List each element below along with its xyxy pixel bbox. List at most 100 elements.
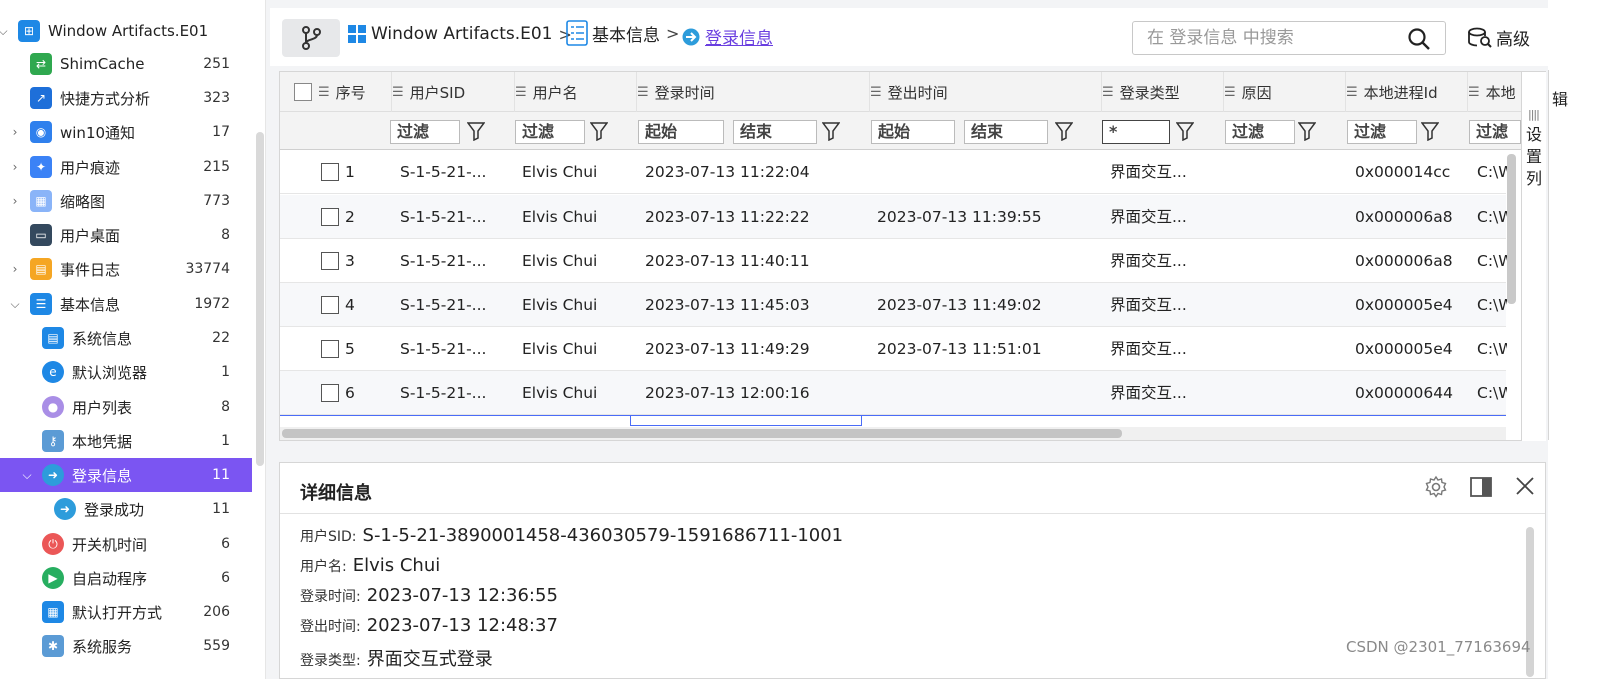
search-icon[interactable] — [1407, 27, 1431, 51]
filter-input[interactable]: * — [1102, 120, 1170, 144]
filter-input[interactable]: 过滤 — [1469, 120, 1521, 144]
sidebar-item[interactable]: ⌵ ☰ 基本信息 1972 — [0, 287, 252, 321]
sidebar-item[interactable]: ⚷ 本地凭据 1 — [0, 424, 252, 458]
column-header[interactable]: ☰ 本地进程Id — [1346, 72, 1468, 112]
column-menu-icon[interactable]: ☰ — [637, 85, 649, 100]
filter-icon[interactable] — [1055, 121, 1073, 141]
filter-icon[interactable] — [1421, 121, 1439, 141]
filter-icon[interactable] — [822, 121, 840, 141]
sidebar-item[interactable]: › ✦ 用户痕迹 215 — [0, 150, 252, 184]
sidebar-item[interactable]: e 默认浏览器 1 — [0, 355, 252, 389]
sidebar-scrollbar[interactable] — [256, 132, 264, 466]
cell-login-type: 界面交互... — [1110, 163, 1187, 181]
sidebar-item[interactable]: ▦ 默认打开方式 206 — [0, 595, 252, 629]
table-row[interactable]: 4 S-1-5-21-... Elvis Chui 2023-07-13 11:45:… — [280, 283, 1507, 327]
column-header[interactable]: ☰ 登录类型 — [1102, 72, 1224, 112]
sidebar-item[interactable]: ▤ 系统信息 22 — [0, 321, 252, 355]
settings-column-button[interactable]: |||| 设置列 — [1521, 72, 1546, 441]
column-header-label: 用户SID — [409, 83, 466, 102]
sidebar-item[interactable]: ⇄ ShimCache 251 — [0, 47, 252, 81]
sidebar-item[interactable]: › ▦ 缩略图 773 — [0, 184, 252, 218]
column-header-label: 登出时间 — [887, 83, 948, 102]
column-menu-icon[interactable]: ☰ — [1468, 85, 1480, 100]
filter-input[interactable]: 结束 — [964, 120, 1048, 144]
advanced-search-button[interactable]: 高级 — [1468, 25, 1530, 50]
row-checkbox[interactable] — [321, 252, 339, 270]
sidebar-item[interactable]: ↗ 快捷方式分析 323 — [0, 81, 252, 115]
column-header[interactable]: ☰ 用户SID — [392, 72, 515, 112]
sidebar-item-count: 206 — [203, 604, 230, 620]
breadcrumb-root[interactable]: Window Artifacts.E01 > — [348, 24, 572, 44]
chevron-down-icon[interactable]: ⌵ — [0, 24, 10, 39]
column-header[interactable]: ☰ 登录时间 — [637, 72, 870, 112]
vertical-scrollbar[interactable] — [1507, 154, 1516, 304]
column-header-label: 用户名 — [532, 83, 578, 102]
sidebar-item[interactable]: ⌵ ➜ 登录信息 11 — [0, 458, 252, 492]
sidebar-item[interactable]: ✱ 系统服务 559 — [0, 629, 252, 663]
filter-input[interactable]: 起始 — [871, 120, 955, 144]
row-checkbox[interactable] — [321, 384, 339, 402]
cell-number: 1 — [345, 163, 355, 181]
chevron-right-icon[interactable]: › — [8, 125, 22, 139]
column-menu-icon[interactable]: ☰ — [392, 85, 404, 100]
sidebar-item[interactable]: ▶ 自启动程序 6 — [0, 561, 252, 595]
filter-icon[interactable] — [467, 121, 485, 141]
sidebar-item[interactable]: › ◉ win10通知 17 — [0, 115, 252, 149]
close-icon[interactable] — [1514, 475, 1536, 497]
cell-local-path: C:\W — [1477, 163, 1507, 181]
select-all-checkbox[interactable] — [294, 83, 312, 101]
toggle-panel-icon[interactable] — [1469, 475, 1493, 499]
column-menu-icon[interactable]: ☰ — [318, 85, 330, 100]
row-checkbox[interactable] — [321, 296, 339, 314]
chevron-right-icon[interactable]: › — [8, 262, 22, 276]
column-header[interactable]: ☰ 本地 — [1468, 72, 1521, 112]
row-checkbox[interactable] — [321, 163, 339, 181]
breadcrumb-login-info[interactable]: 登录信息 — [682, 24, 773, 49]
sidebar-item[interactable]: ● 用户列表 8 — [0, 390, 252, 424]
table-row[interactable]: 6 S-1-5-21-... Elvis Chui 2023-07-13 12:00:… — [280, 371, 1507, 415]
column-menu-icon[interactable]: ☰ — [1102, 85, 1114, 100]
filter-icon[interactable] — [1176, 121, 1194, 141]
windows-icon — [348, 25, 366, 43]
search-box — [1132, 21, 1446, 55]
filter-icon[interactable] — [590, 121, 608, 141]
table-row[interactable]: 1 S-1-5-21-... Elvis Chui 2023-07-13 11:22:… — [280, 150, 1507, 194]
column-header[interactable]: ☰ 登出时间 — [870, 72, 1102, 112]
sidebar-item[interactable]: ➜ 登录成功 11 — [0, 492, 252, 526]
chevron-right-icon[interactable]: › — [8, 160, 22, 174]
gear-icon[interactable] — [1424, 475, 1448, 499]
column-menu-icon[interactable]: ☰ — [870, 85, 882, 100]
chevron-down-icon[interactable]: ⌵ — [8, 297, 22, 312]
filter-input[interactable]: 结束 — [733, 120, 817, 144]
filter-input[interactable]: 过滤 — [1347, 120, 1417, 144]
filter-input[interactable]: 过滤 — [515, 120, 585, 144]
column-menu-icon[interactable]: ☰ — [1224, 85, 1236, 100]
column-menu-icon[interactable]: ☰ — [515, 85, 527, 100]
filter-input[interactable]: 起始 — [638, 120, 724, 144]
filter-input[interactable]: 过滤 — [390, 120, 460, 144]
sidebar-item[interactable]: ▭ 用户桌面 8 — [0, 218, 252, 252]
column-header[interactable]: ☰ 原因 — [1224, 72, 1346, 112]
column-header[interactable]: ☰ 用户名 — [515, 72, 637, 112]
chevron-down-icon[interactable]: ⌵ — [20, 468, 34, 483]
cell-login-time: 2023-07-13 11:49:29 — [645, 340, 810, 358]
column-menu-icon[interactable]: ☰ — [1346, 85, 1358, 100]
branch-button[interactable] — [282, 19, 340, 57]
filter-icon[interactable] — [1298, 121, 1316, 141]
table-row[interactable]: 3 S-1-5-21-... Elvis Chui 2023-07-13 11:40:… — [280, 239, 1507, 283]
table-row[interactable]: 2 S-1-5-21-... Elvis Chui 2023-07-13 11:22:… — [280, 195, 1507, 239]
filter-input[interactable]: 过滤 — [1225, 120, 1295, 144]
chevron-right-icon[interactable]: › — [8, 194, 22, 208]
divider — [1548, 70, 1549, 440]
sidebar-item[interactable]: ⏻ 开关机时间 6 — [0, 527, 252, 561]
column-header[interactable]: ☰ 序号 — [318, 72, 392, 112]
row-checkbox[interactable] — [321, 208, 339, 226]
horizontal-scrollbar[interactable] — [282, 429, 1122, 438]
search-input[interactable] — [1133, 22, 1403, 54]
breadcrumb-basic-info[interactable]: 基本信息 > — [566, 20, 679, 46]
cell-logout-time: 2023-07-13 11:49:02 — [877, 296, 1042, 314]
sidebar-item[interactable]: › ▤ 事件日志 33774 — [0, 252, 252, 286]
row-checkbox[interactable] — [321, 340, 339, 358]
table-row[interactable]: 5 S-1-5-21-... Elvis Chui 2023-07-13 11:49:… — [280, 327, 1507, 371]
sidebar-item[interactable]: ⌵ ⊞ Window Artifacts.E01 — [0, 14, 252, 48]
